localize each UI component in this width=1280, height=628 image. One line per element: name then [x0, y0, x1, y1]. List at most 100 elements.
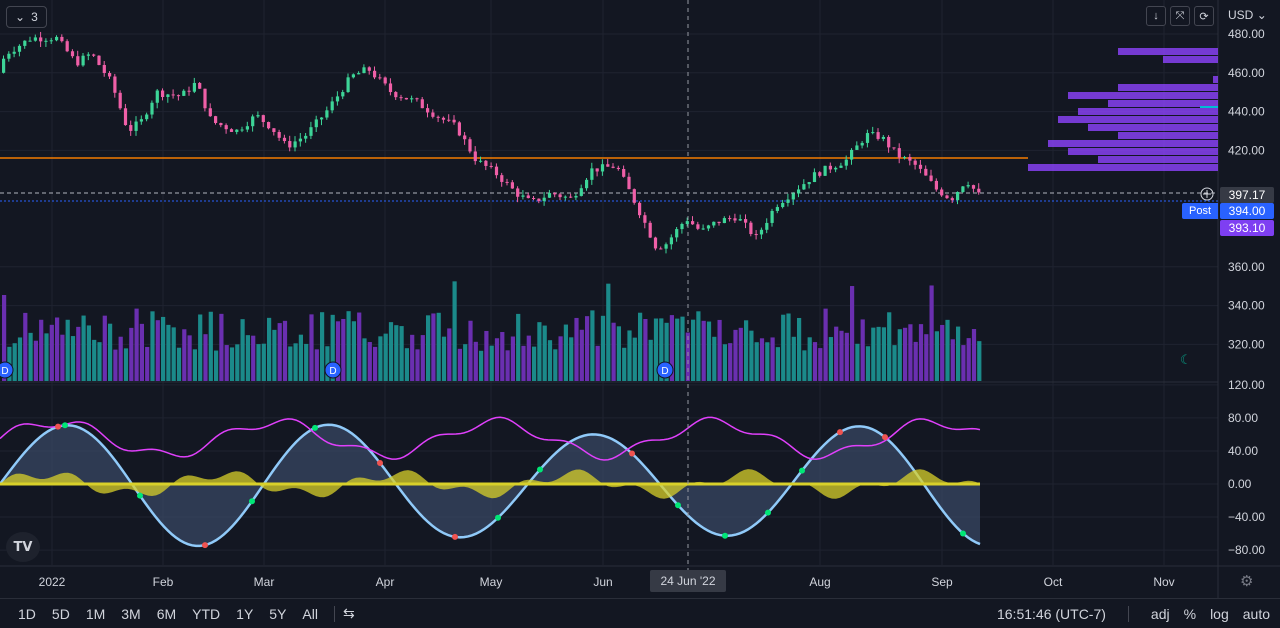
- candle-body: [81, 55, 85, 66]
- candle-body: [214, 116, 218, 124]
- moon-icon[interactable]: ☾: [1180, 352, 1192, 368]
- range-button-1m[interactable]: 1M: [78, 606, 113, 622]
- candle-body: [388, 83, 393, 93]
- signal-dot: [137, 492, 143, 499]
- volume-bar: [606, 283, 611, 381]
- volume-bar: [463, 344, 468, 381]
- candle-body: [208, 108, 212, 117]
- volume-profile-bar: [1098, 156, 1218, 163]
- volume-bar: [579, 329, 584, 381]
- volume-bar: [876, 326, 881, 381]
- candle-body: [235, 129, 239, 132]
- currency-selector[interactable]: USD ⌄: [1228, 8, 1267, 22]
- candle-body: [277, 132, 281, 138]
- candle-body: [961, 186, 965, 192]
- volume-bar: [426, 315, 431, 381]
- price-axis-label: 460.00: [1228, 66, 1265, 80]
- candle-body: [934, 180, 938, 190]
- candle-body: [865, 133, 870, 143]
- auto-toggle[interactable]: auto: [1243, 606, 1270, 622]
- candle-body: [314, 119, 318, 128]
- volume-bar: [161, 316, 166, 381]
- volume-bar: [452, 281, 457, 381]
- volume-bar: [834, 326, 839, 381]
- volume-bar: [717, 319, 722, 381]
- volume-bar: [198, 314, 203, 381]
- candle-body: [17, 45, 22, 52]
- date-range-icon[interactable]: ⇆: [343, 605, 355, 622]
- candle-body: [956, 191, 960, 201]
- chart-area[interactable]: D D D 480.00 460.00 440.00 420.00 360.00 340.00 3…: [0, 0, 1280, 598]
- volume-bar: [521, 345, 526, 381]
- candle-body: [797, 189, 801, 194]
- range-button-1y[interactable]: 1Y: [228, 606, 261, 622]
- clock-time[interactable]: 16:51:46 (UTC-7): [997, 606, 1106, 622]
- volume-bar: [357, 312, 362, 381]
- volume-bar: [145, 346, 150, 381]
- volume-bar: [399, 326, 404, 381]
- range-button-6m[interactable]: 6M: [149, 606, 184, 622]
- log-toggle[interactable]: log: [1210, 606, 1229, 622]
- reload-icon[interactable]: ⟳: [1194, 6, 1214, 26]
- volume-bar: [706, 321, 712, 381]
- candle-body: [850, 149, 854, 160]
- candle-body: [123, 108, 128, 126]
- candle-body: [2, 58, 6, 73]
- candle-body: [685, 221, 689, 224]
- volume-bar: [394, 325, 399, 381]
- volume-profile-bar: [1088, 124, 1218, 131]
- collapse-indicators-button[interactable]: ⌄ 3: [6, 6, 47, 28]
- volume-bar: [351, 321, 356, 381]
- adj-toggle[interactable]: adj: [1151, 606, 1170, 622]
- volume-bar: [812, 342, 818, 381]
- candle-body: [176, 95, 181, 97]
- volume-bar: [468, 320, 473, 381]
- candle-body: [161, 90, 165, 98]
- candle-body: [404, 97, 408, 100]
- tradingview-logo-icon[interactable]: TV: [6, 532, 40, 562]
- candle-body: [500, 175, 504, 182]
- volume-bar: [192, 349, 197, 381]
- volume-bar: [229, 347, 235, 381]
- volume-bar: [802, 350, 807, 381]
- candle-body: [940, 189, 944, 196]
- volume-bar: [977, 341, 982, 381]
- candle-body: [977, 188, 981, 193]
- toolbar-divider: [1127, 606, 1129, 622]
- candle-body: [272, 128, 276, 133]
- collapse-icon[interactable]: ⤧: [1170, 6, 1190, 26]
- price-axis-label: 440.00: [1228, 105, 1265, 119]
- volume-bar: [929, 285, 934, 381]
- volume-bar: [770, 337, 775, 381]
- candle-body: [966, 185, 970, 187]
- candle-body: [744, 219, 748, 223]
- volume-bar: [913, 341, 918, 381]
- candle-body: [887, 136, 891, 148]
- candle-body: [706, 225, 711, 229]
- volume-bar: [39, 319, 44, 381]
- range-button-5d[interactable]: 5D: [44, 606, 78, 622]
- range-button-ytd[interactable]: YTD: [184, 606, 228, 622]
- price-chart[interactable]: D D D480.00460.00440.00420.00360.00340.003…: [0, 0, 1280, 598]
- volume-profile-bar: [1058, 116, 1218, 123]
- volume-profile-bar: [1078, 108, 1218, 115]
- signal-dot: [495, 514, 501, 521]
- candle-body: [918, 164, 923, 169]
- range-button-all[interactable]: All: [294, 606, 326, 622]
- range-button-1d[interactable]: 1D: [10, 606, 44, 622]
- candle-body: [203, 88, 207, 109]
- volume-profile-bar: [1213, 76, 1218, 83]
- volume-bar: [494, 338, 500, 381]
- candle-body: [219, 123, 223, 126]
- range-button-3m[interactable]: 3M: [113, 606, 148, 622]
- signal-dot: [960, 530, 966, 537]
- range-button-5y[interactable]: 5Y: [261, 606, 294, 622]
- percent-toggle[interactable]: %: [1184, 606, 1196, 622]
- volume-bar: [691, 319, 696, 381]
- volume-bar: [712, 336, 717, 381]
- gear-icon[interactable]: ⚙: [1240, 572, 1253, 590]
- volume-bar: [113, 349, 118, 381]
- candle-body: [860, 142, 864, 146]
- candle-body: [516, 188, 520, 197]
- arrow-down-icon[interactable]: ↓: [1146, 6, 1166, 26]
